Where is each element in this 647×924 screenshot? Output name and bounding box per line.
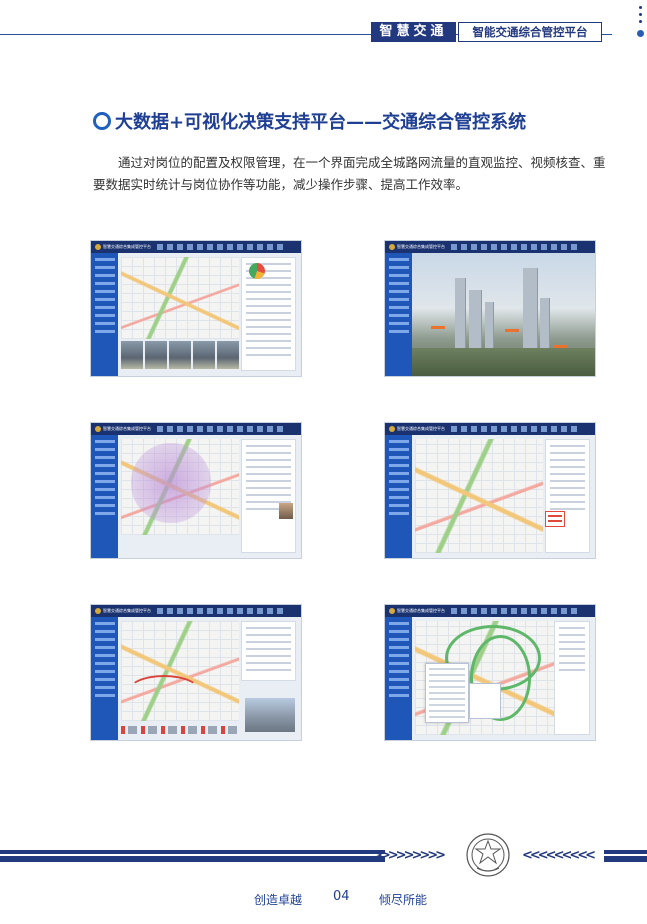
screenshot-route-planning: 智慧交通综合集成管控平台 [90,604,302,741]
road-photo [245,698,295,732]
officer-photo [279,503,293,519]
pie-chart-icon [249,263,265,279]
map-legend [121,726,239,734]
video-strip [121,341,239,369]
app-title: 智慧交通综合集成管控平台 [397,244,445,249]
chevrons-left: <<<<<<<<< [522,848,596,863]
app-nav [157,426,287,432]
app-sidebar [91,617,118,740]
camera-tag [431,326,445,329]
brand-badge: 智慧交通 [371,22,456,42]
app-logo-icon [389,426,395,432]
query-dialog [469,683,501,719]
intro-paragraph: 通过对岗位的配置及权限管理，在一个界面完成全城路网流量的直观监控、视频核查、重要… [93,155,606,192]
app-logo-icon [389,608,395,614]
app-sidebar [385,253,412,376]
app-topbar: 智慧交通综合集成管控平台 [91,241,301,253]
app-logo-icon [95,426,101,432]
decorative-dots [638,6,644,27]
info-panel [554,621,590,735]
app-nav [157,608,287,614]
app-logo-icon [389,244,395,250]
app-sidebar [385,617,412,740]
app-title: 智慧交通综合集成管控平台 [103,244,151,249]
app-title: 智慧交通综合集成管控平台 [397,426,445,431]
camera-tag [553,345,567,348]
app-nav [451,244,581,250]
building [540,298,550,348]
page-number: 04 [333,889,350,904]
section-title-text: 大数据+可视化决策支持平台——交通综合管控系统 [115,112,527,133]
footer-motto-left: 创造卓越 [254,893,303,907]
foreground-trees [412,348,595,376]
detail-dialog [425,663,469,723]
app-topbar: 智慧交通综合集成管控平台 [91,423,301,435]
app-logo-icon [95,244,101,250]
route-line [127,675,201,709]
app-title: 智慧交通综合集成管控平台 [103,426,151,431]
building [485,302,494,348]
construction-notice [545,511,565,527]
screenshot-area-control: 智慧交通综合集成管控平台 [90,422,302,559]
camera-tag [505,329,519,332]
app-nav [451,426,581,432]
screenshot-traffic-monitor: 智慧交通综合集成管控平台 [90,240,302,377]
app-topbar: 智慧交通综合集成管控平台 [385,605,595,617]
footer-bar-left [0,850,385,862]
app-sidebar [91,253,118,376]
screenshot-vehicle-tracking: 智慧交通综合集成管控平台 [384,604,596,741]
app-sidebar [385,435,412,558]
section-title: 大数据+可视化决策支持平台——交通综合管控系统 [93,110,526,136]
app-logo-icon [95,608,101,614]
app-topbar: 智慧交通综合集成管控平台 [91,605,301,617]
footer-bar-right [604,850,647,862]
decorative-dot [637,30,644,37]
app-nav [451,608,581,614]
screenshot-city-camera: 智慧交通综合集成管控平台 [384,240,596,377]
app-topbar: 智慧交通综合集成管控平台 [385,241,595,253]
city-map [121,257,239,339]
control-area [131,443,211,523]
footer-motto-right: 倾尽所能 [379,893,428,907]
police-emblem-icon [466,833,510,877]
route-panel [241,621,296,681]
building [523,268,538,348]
officer-panel [241,439,296,553]
city-map [415,439,543,553]
platform-badge: 智能交通综合管控平台 [458,22,602,42]
ring-bullet-icon [93,112,111,130]
list-panel [545,439,590,553]
app-topbar: 智慧交通综合集成管控平台 [385,423,595,435]
screenshot-duty-dispatch: 智慧交通综合集成管控平台 [384,422,596,559]
app-title: 智慧交通综合集成管控平台 [397,608,445,613]
app-sidebar [91,435,118,558]
building [469,290,482,348]
app-title: 智慧交通综合集成管控平台 [103,608,151,613]
app-nav [157,244,287,250]
chevrons-right: >>>>>>>>> [372,848,446,863]
building [455,278,466,348]
